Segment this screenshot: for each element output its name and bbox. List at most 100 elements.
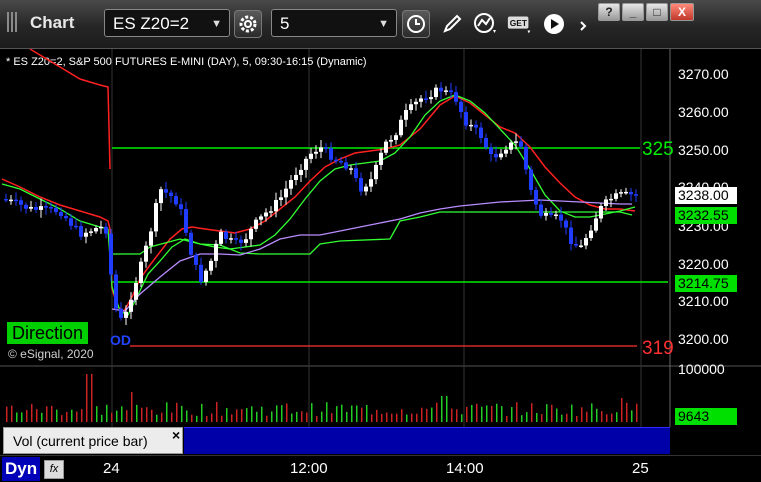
candle-body bbox=[404, 110, 408, 120]
volume-bar bbox=[611, 413, 613, 422]
volume-bar bbox=[491, 405, 493, 422]
symbol-combo[interactable]: ES Z20=2 ▼ bbox=[104, 9, 230, 37]
volume-series[interactable] bbox=[6, 374, 638, 422]
candle-body bbox=[234, 238, 238, 240]
price-chart[interactable]: * ES Z20=2, S&P 500 FUTURES E-MINI (DAY)… bbox=[0, 49, 761, 427]
candle-body bbox=[279, 197, 283, 200]
candle-body bbox=[139, 261, 143, 283]
candle-body bbox=[104, 226, 108, 234]
volume-bar bbox=[36, 409, 38, 422]
expand-icon bbox=[580, 21, 587, 31]
candle-body bbox=[314, 151, 318, 154]
volume-bar bbox=[11, 405, 13, 422]
candle-body bbox=[249, 228, 253, 240]
time-label: 14:00 bbox=[446, 460, 484, 477]
volume-bar bbox=[546, 404, 548, 422]
candle-body bbox=[444, 90, 448, 92]
play-button[interactable] bbox=[540, 10, 568, 38]
volume-bar bbox=[176, 402, 178, 422]
candle-body bbox=[449, 90, 453, 93]
maximize-button[interactable]: □ bbox=[646, 3, 668, 21]
time-axis[interactable]: Dyn fx 24 12:00 14:00 25 bbox=[0, 455, 761, 482]
candle-body bbox=[54, 207, 58, 213]
candle-body bbox=[99, 226, 103, 229]
candle-body bbox=[34, 206, 38, 210]
volume-bar bbox=[31, 403, 33, 422]
current-price-tag: 3238.00 bbox=[675, 187, 737, 204]
help-button[interactable]: ? bbox=[598, 3, 620, 21]
get-data-button[interactable]: GET bbox=[506, 10, 534, 38]
candle-body bbox=[199, 264, 203, 282]
volume-bar bbox=[366, 404, 368, 422]
candle-body bbox=[554, 214, 558, 217]
volume-study-strip bbox=[184, 427, 670, 454]
volume-bar bbox=[111, 412, 113, 422]
candle-body bbox=[94, 228, 98, 232]
candle-body bbox=[124, 311, 128, 318]
settings-button[interactable] bbox=[234, 10, 262, 38]
candle-body bbox=[384, 141, 388, 153]
chart-window: Chart ES Z20=2 ▼ 5 ▼ GET ? _ □ X * ES Z2… bbox=[0, 0, 761, 482]
ma-purple-line bbox=[111, 199, 632, 312]
minimize-button[interactable]: _ bbox=[622, 3, 644, 21]
gear-icon bbox=[239, 15, 257, 33]
volume-bar bbox=[181, 405, 183, 422]
time-label: 25 bbox=[632, 460, 649, 477]
candle-body bbox=[614, 193, 618, 199]
formula-icon[interactable]: fx bbox=[44, 460, 64, 479]
volume-bar bbox=[246, 408, 248, 422]
price-tick-label: 3270.00 bbox=[678, 66, 729, 82]
volume-study-bar[interactable]: Vol (current price bar) × bbox=[3, 427, 183, 454]
volume-bar bbox=[281, 405, 283, 422]
volume-bar bbox=[521, 415, 523, 422]
candle-body bbox=[264, 212, 268, 217]
candle-body bbox=[84, 232, 88, 237]
volume-bar bbox=[61, 415, 63, 422]
candle-body bbox=[609, 198, 613, 201]
volume-bar bbox=[321, 411, 323, 422]
direction-sub-label: OD bbox=[110, 332, 131, 348]
interval-combo[interactable]: 5 ▼ bbox=[271, 9, 397, 37]
volume-bar bbox=[276, 405, 278, 422]
dynamic-button[interactable]: Dyn bbox=[2, 457, 40, 481]
close-button[interactable]: X bbox=[670, 3, 694, 21]
volume-bar bbox=[286, 403, 288, 422]
candle-series[interactable] bbox=[4, 82, 638, 326]
drag-grip-icon[interactable] bbox=[7, 12, 17, 32]
candle-body bbox=[189, 232, 193, 255]
draw-tool-button[interactable] bbox=[438, 10, 466, 38]
candle-body bbox=[29, 206, 33, 209]
candle-body bbox=[114, 274, 118, 309]
close-icon[interactable]: × bbox=[172, 427, 180, 443]
volume-bar bbox=[231, 414, 233, 422]
studies-button[interactable] bbox=[472, 10, 500, 38]
candle-body bbox=[364, 186, 368, 192]
volume-bar bbox=[556, 408, 558, 422]
ma-price-tag: 3232.55 bbox=[675, 207, 737, 224]
candle-body bbox=[439, 87, 443, 92]
volume-bar bbox=[76, 411, 78, 422]
volume-bar bbox=[436, 402, 438, 422]
volume-bar bbox=[421, 407, 423, 422]
candle-body bbox=[109, 233, 113, 275]
more-options-button[interactable] bbox=[570, 10, 598, 38]
volume-bar bbox=[336, 406, 338, 422]
candle-body bbox=[434, 87, 438, 98]
symbol-value: ES Z20=2 bbox=[113, 14, 190, 33]
candle-body bbox=[379, 152, 383, 165]
candle-body bbox=[534, 189, 538, 205]
candle-body bbox=[629, 191, 633, 195]
candle-body bbox=[184, 209, 188, 233]
direction-label: Direction bbox=[7, 322, 89, 344]
candle-body bbox=[129, 299, 133, 312]
volume-bar bbox=[561, 414, 563, 422]
candle-body bbox=[594, 218, 598, 231]
play-circle-icon bbox=[544, 14, 564, 34]
volume-bar bbox=[621, 398, 623, 422]
volume-bar bbox=[171, 412, 173, 422]
candle-body bbox=[559, 214, 563, 221]
time-button[interactable] bbox=[402, 10, 430, 38]
candle-body bbox=[504, 149, 508, 154]
volume-bar bbox=[96, 406, 98, 422]
volume-bar bbox=[441, 396, 443, 422]
